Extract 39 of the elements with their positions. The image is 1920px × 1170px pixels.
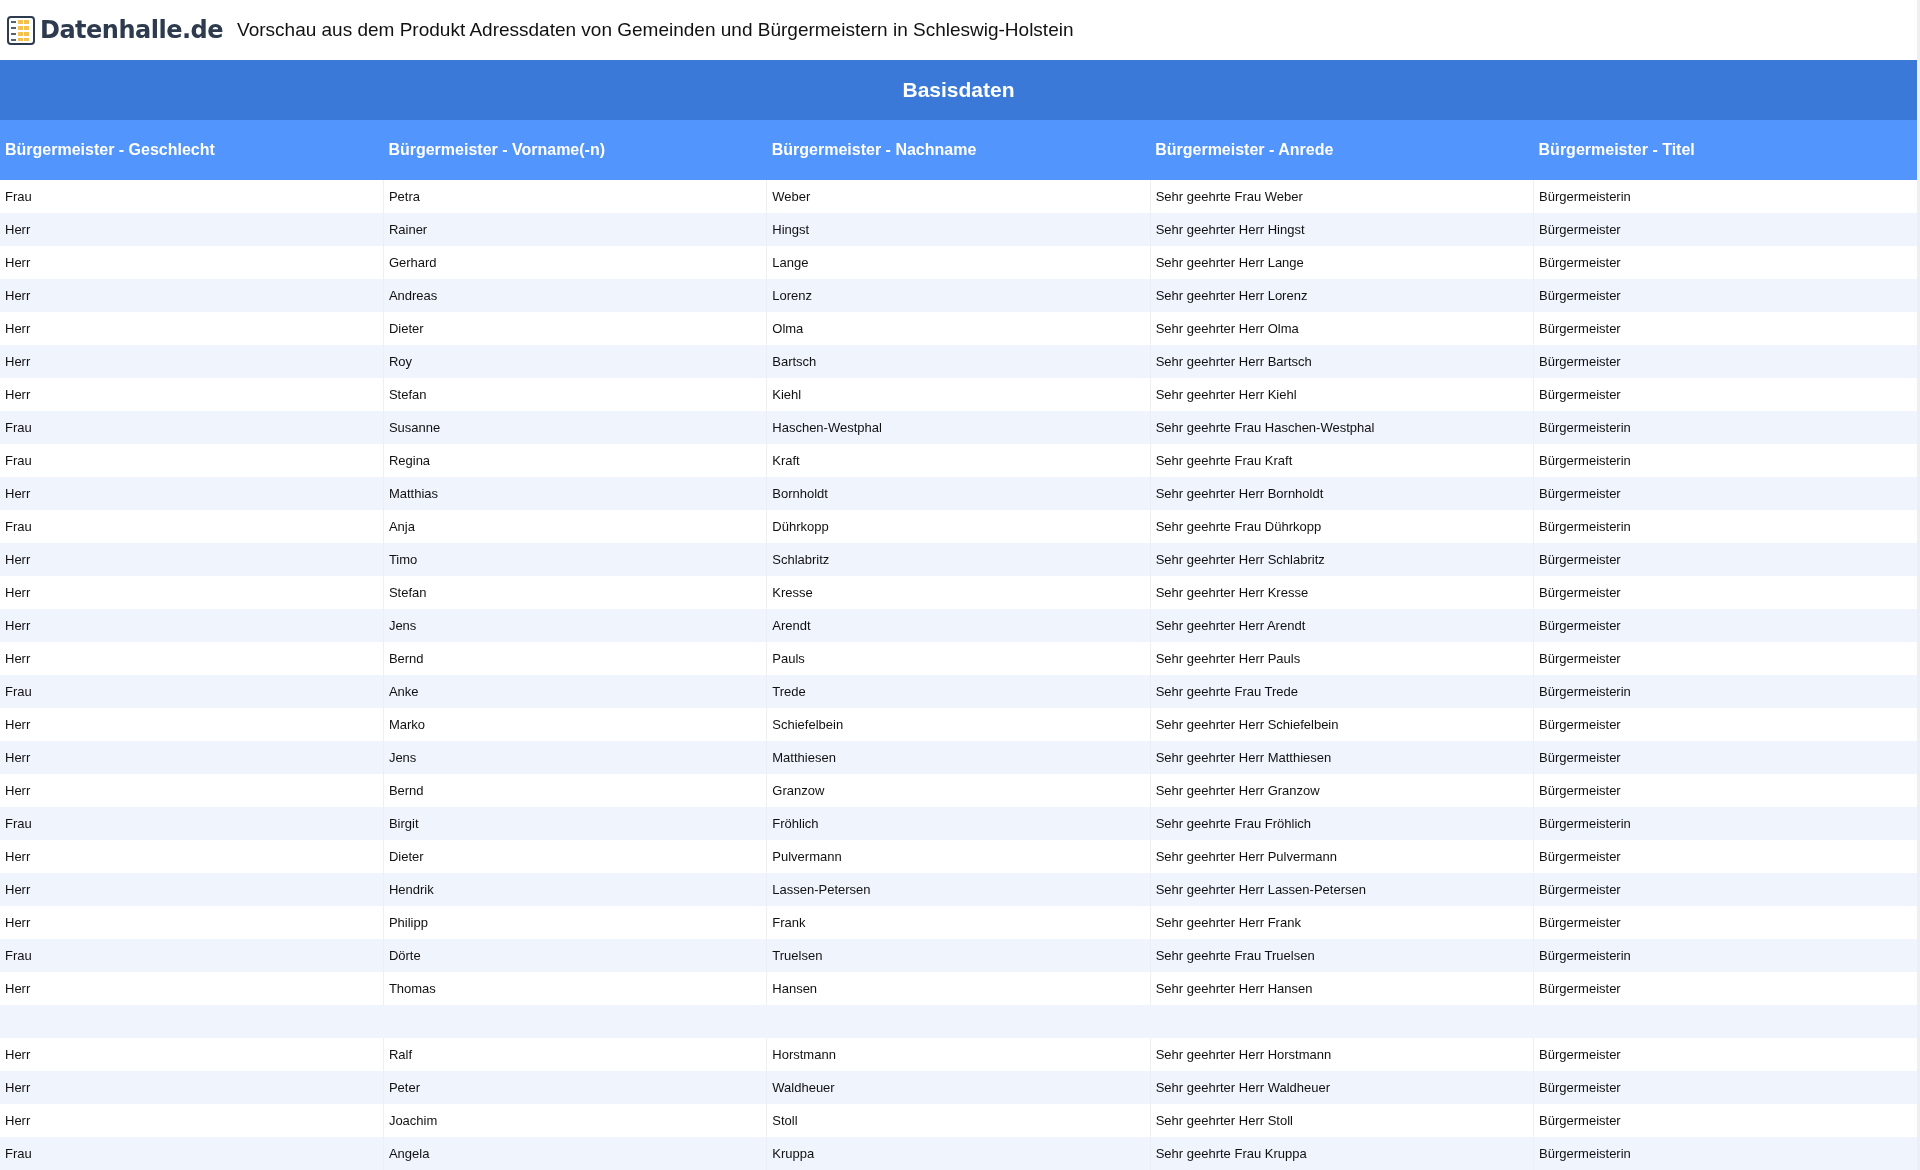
table-cell: Frau [0, 1137, 384, 1170]
table-cell: Herr [0, 642, 384, 675]
table-cell: Kruppa [766, 1137, 1151, 1170]
table-cell: Herr [0, 477, 384, 510]
table-cell: Herr [0, 609, 384, 642]
table-cell: Herr [0, 906, 384, 939]
table-cell: Herr [0, 873, 384, 906]
table-cell: Herr [0, 543, 384, 576]
page-title: Vorschau aus dem Produkt Adressdaten von Gemeinden und Bürgermeistern in Schleswig-Holstein [237, 19, 1074, 41]
column-header: Bürgermeister - Anrede [1150, 120, 1534, 180]
column-header: Bürgermeister - Nachname [766, 120, 1151, 180]
table-cell: Herr [0, 741, 384, 774]
table-cell: Frau [0, 675, 384, 708]
table-cell: Frau [0, 807, 384, 840]
group-heading: Basisdaten [0, 60, 1917, 120]
column-header: Bürgermeister - Titel [1533, 120, 1917, 180]
column-header: Bürgermeister - Vorname(-n) [383, 120, 767, 180]
table-cell: Herr [0, 774, 384, 807]
table-cell: Sehr geehrte Frau Kruppa [1150, 1137, 1534, 1170]
table-cell: Herr [0, 576, 384, 609]
table-cell: Herr [0, 1038, 384, 1071]
table-cell: Herr [0, 378, 384, 411]
table-cell: Frau [0, 939, 384, 972]
table-cell: Herr [0, 1104, 384, 1137]
column-header: Bürgermeister - Geschlecht [0, 120, 384, 180]
table-cell: Frau [0, 510, 384, 543]
table-cell: Herr [0, 312, 384, 345]
table-cell: Herr [0, 972, 384, 1005]
table-cell: Herr [0, 246, 384, 279]
table-cell: Frau [0, 180, 384, 213]
table-cell: Bürgermeisterin [1533, 1137, 1917, 1170]
logo-link[interactable]: Datenhalle.de [6, 14, 224, 46]
table-cell: Frau [0, 411, 384, 444]
table-cell: Angela [383, 1137, 767, 1170]
server-stack-icon [6, 14, 36, 46]
table-cell: Herr [0, 1071, 384, 1104]
table-cell: Herr [0, 708, 384, 741]
table-cell: Herr [0, 840, 384, 873]
table-cell: Frau [0, 444, 384, 477]
